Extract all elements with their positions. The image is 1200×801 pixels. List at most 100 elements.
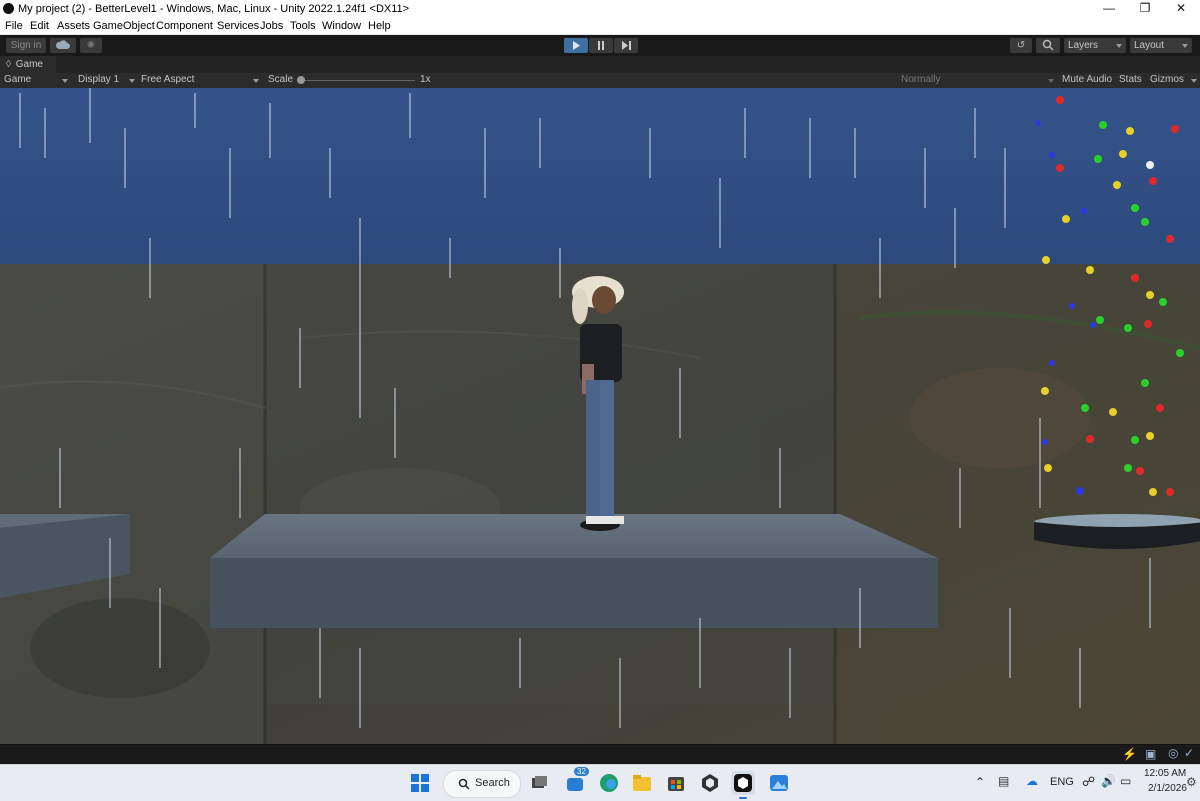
- sky: [0, 88, 1200, 266]
- language-indicator[interactable]: ENG: [1050, 776, 1074, 788]
- network-icon[interactable]: ☍: [1082, 774, 1095, 790]
- layers-dropdown[interactable]: Layers: [1064, 38, 1126, 53]
- gamepad-icon: ◊: [6, 59, 11, 70]
- cloud-icon: [55, 40, 70, 49]
- chevron-down-icon: [1116, 44, 1122, 48]
- menu-jobs[interactable]: Jobs: [260, 20, 283, 32]
- progress-icon[interactable]: ◎: [1168, 746, 1178, 760]
- view-dropdown-label: Game: [4, 74, 32, 85]
- game-control-bar: Game Display 1 Free Aspect Scale 1x Norm…: [0, 73, 1200, 89]
- stats-toggle[interactable]: Stats: [1119, 74, 1142, 85]
- menu-help[interactable]: Help: [368, 20, 391, 32]
- battery-icon[interactable]: ▭: [1120, 774, 1131, 788]
- close-button[interactable]: ✕: [1162, 0, 1200, 18]
- check-icon[interactable]: ✓: [1184, 746, 1194, 760]
- chevron-down-icon: [1048, 79, 1054, 83]
- main-toolbar: Sign in ✺ ↺ Layers Layout: [0, 35, 1200, 56]
- play-icon: [573, 41, 580, 50]
- unity-editor-icon[interactable]: [731, 771, 755, 799]
- display-dropdown[interactable]: Display 1: [78, 74, 136, 85]
- aspect-label: Free Aspect: [141, 74, 195, 85]
- minimize-button[interactable]: —: [1090, 0, 1128, 18]
- taskbar-search[interactable]: Search: [443, 770, 521, 798]
- history-button[interactable]: ↺: [1010, 38, 1032, 53]
- search-icon: [1042, 39, 1054, 51]
- gizmos-dropdown[interactable]: Gizmos: [1150, 74, 1198, 85]
- scale-value: 1x: [420, 74, 431, 85]
- tab-game-label: Game: [15, 59, 43, 70]
- clock-time[interactable]: 12:05 AM: [1144, 768, 1186, 779]
- layout-label: Layout: [1134, 40, 1165, 51]
- search-button[interactable]: [1036, 38, 1060, 53]
- scale-slider-handle[interactable]: [297, 76, 305, 84]
- edge-icon[interactable]: [597, 771, 621, 795]
- store-icon[interactable]: [664, 771, 688, 795]
- game-scene: [0, 88, 1200, 744]
- unity-logo-icon: [3, 3, 14, 14]
- photos-icon[interactable]: [767, 771, 791, 795]
- taskbar: Search 32 ⌃ ▤ ☁ ENG ☍ 🔊 ▭ 12:05 AM 2/1/2…: [0, 764, 1200, 801]
- window-title: My project (2) - BetterLevel1 - Windows,…: [18, 3, 410, 15]
- volume-icon[interactable]: 🔊: [1101, 774, 1116, 788]
- task-view-icon[interactable]: [527, 771, 551, 795]
- cloud-button[interactable]: [50, 38, 76, 53]
- status-bar: ⚡ ▣ ◎ ✓: [0, 744, 1200, 765]
- notification-badge: 32: [574, 767, 589, 776]
- clock-date[interactable]: 2/1/2026: [1148, 783, 1187, 794]
- menu-window[interactable]: Window: [322, 20, 361, 32]
- menu-edit[interactable]: Edit: [30, 20, 49, 32]
- windows-start-icon[interactable]: [408, 771, 432, 795]
- minimize-icon: —: [1103, 1, 1115, 15]
- menu-services[interactable]: Services: [217, 20, 259, 32]
- chevron-up-icon[interactable]: ⌃: [975, 775, 985, 789]
- widgets-icon[interactable]: ☁: [1026, 774, 1038, 788]
- collab-button[interactable]: ✺: [80, 38, 102, 53]
- maximize-button[interactable]: ❐: [1126, 0, 1164, 18]
- mute-audio-toggle[interactable]: Mute Audio: [1062, 74, 1112, 85]
- tab-game[interactable]: ◊ Game: [0, 56, 56, 73]
- view-dropdown[interactable]: Game: [4, 74, 70, 85]
- collab-icon: ✺: [86, 40, 96, 51]
- play-mode-dropdown[interactable]: Normally: [901, 74, 1055, 85]
- layers-label: Layers: [1068, 40, 1099, 51]
- debug-icon[interactable]: ⚡: [1122, 747, 1137, 761]
- gizmos-label: Gizmos: [1150, 74, 1184, 85]
- chevron-down-icon: [1191, 79, 1197, 83]
- play-button[interactable]: [564, 38, 588, 53]
- menu-component[interactable]: Component: [156, 20, 213, 32]
- pause-icon: [598, 41, 604, 50]
- notification-icon[interactable]: ⚙: [1186, 775, 1197, 789]
- tab-row: ◊ Game: [0, 56, 1200, 73]
- aspect-dropdown[interactable]: Free Aspect: [141, 74, 261, 85]
- main-platform-top: [210, 514, 938, 558]
- pause-button[interactable]: [589, 38, 613, 53]
- history-icon: ↺: [1016, 40, 1026, 51]
- title-bar: My project (2) - BetterLevel1 - Windows,…: [0, 0, 1200, 18]
- meet-icon[interactable]: ▤: [998, 774, 1009, 788]
- chevron-down-icon: [62, 79, 68, 83]
- maximize-icon: ❐: [1139, 1, 1151, 15]
- chevron-down-icon: [253, 79, 259, 83]
- scale-label: Scale: [268, 74, 294, 85]
- menu-file[interactable]: File: [5, 20, 23, 32]
- layout-dropdown[interactable]: Layout: [1130, 38, 1192, 53]
- close-icon: ✕: [1175, 1, 1187, 15]
- menu-bar: File Edit Assets GameObject Component Se…: [0, 18, 1200, 35]
- menu-assets[interactable]: Assets: [57, 20, 90, 32]
- cache-icon[interactable]: ▣: [1145, 747, 1156, 761]
- chat-icon[interactable]: 32: [564, 767, 589, 795]
- step-button[interactable]: [614, 38, 638, 53]
- chevron-down-icon: [1182, 44, 1188, 48]
- active-app-indicator: [739, 797, 747, 799]
- file-explorer-icon[interactable]: [630, 771, 654, 795]
- scale-slider-track[interactable]: [300, 80, 415, 81]
- menu-gameobject[interactable]: GameObject: [93, 20, 155, 32]
- sign-in-button[interactable]: Sign in: [6, 38, 46, 53]
- game-view[interactable]: [0, 88, 1200, 744]
- chevron-down-icon: [129, 79, 135, 83]
- play-mode-label: Normally: [901, 74, 941, 85]
- menu-tools[interactable]: Tools: [290, 20, 316, 32]
- step-icon: [622, 41, 631, 50]
- taskbar-search-label: Search: [475, 777, 510, 789]
- unity-hub-icon[interactable]: [698, 771, 722, 795]
